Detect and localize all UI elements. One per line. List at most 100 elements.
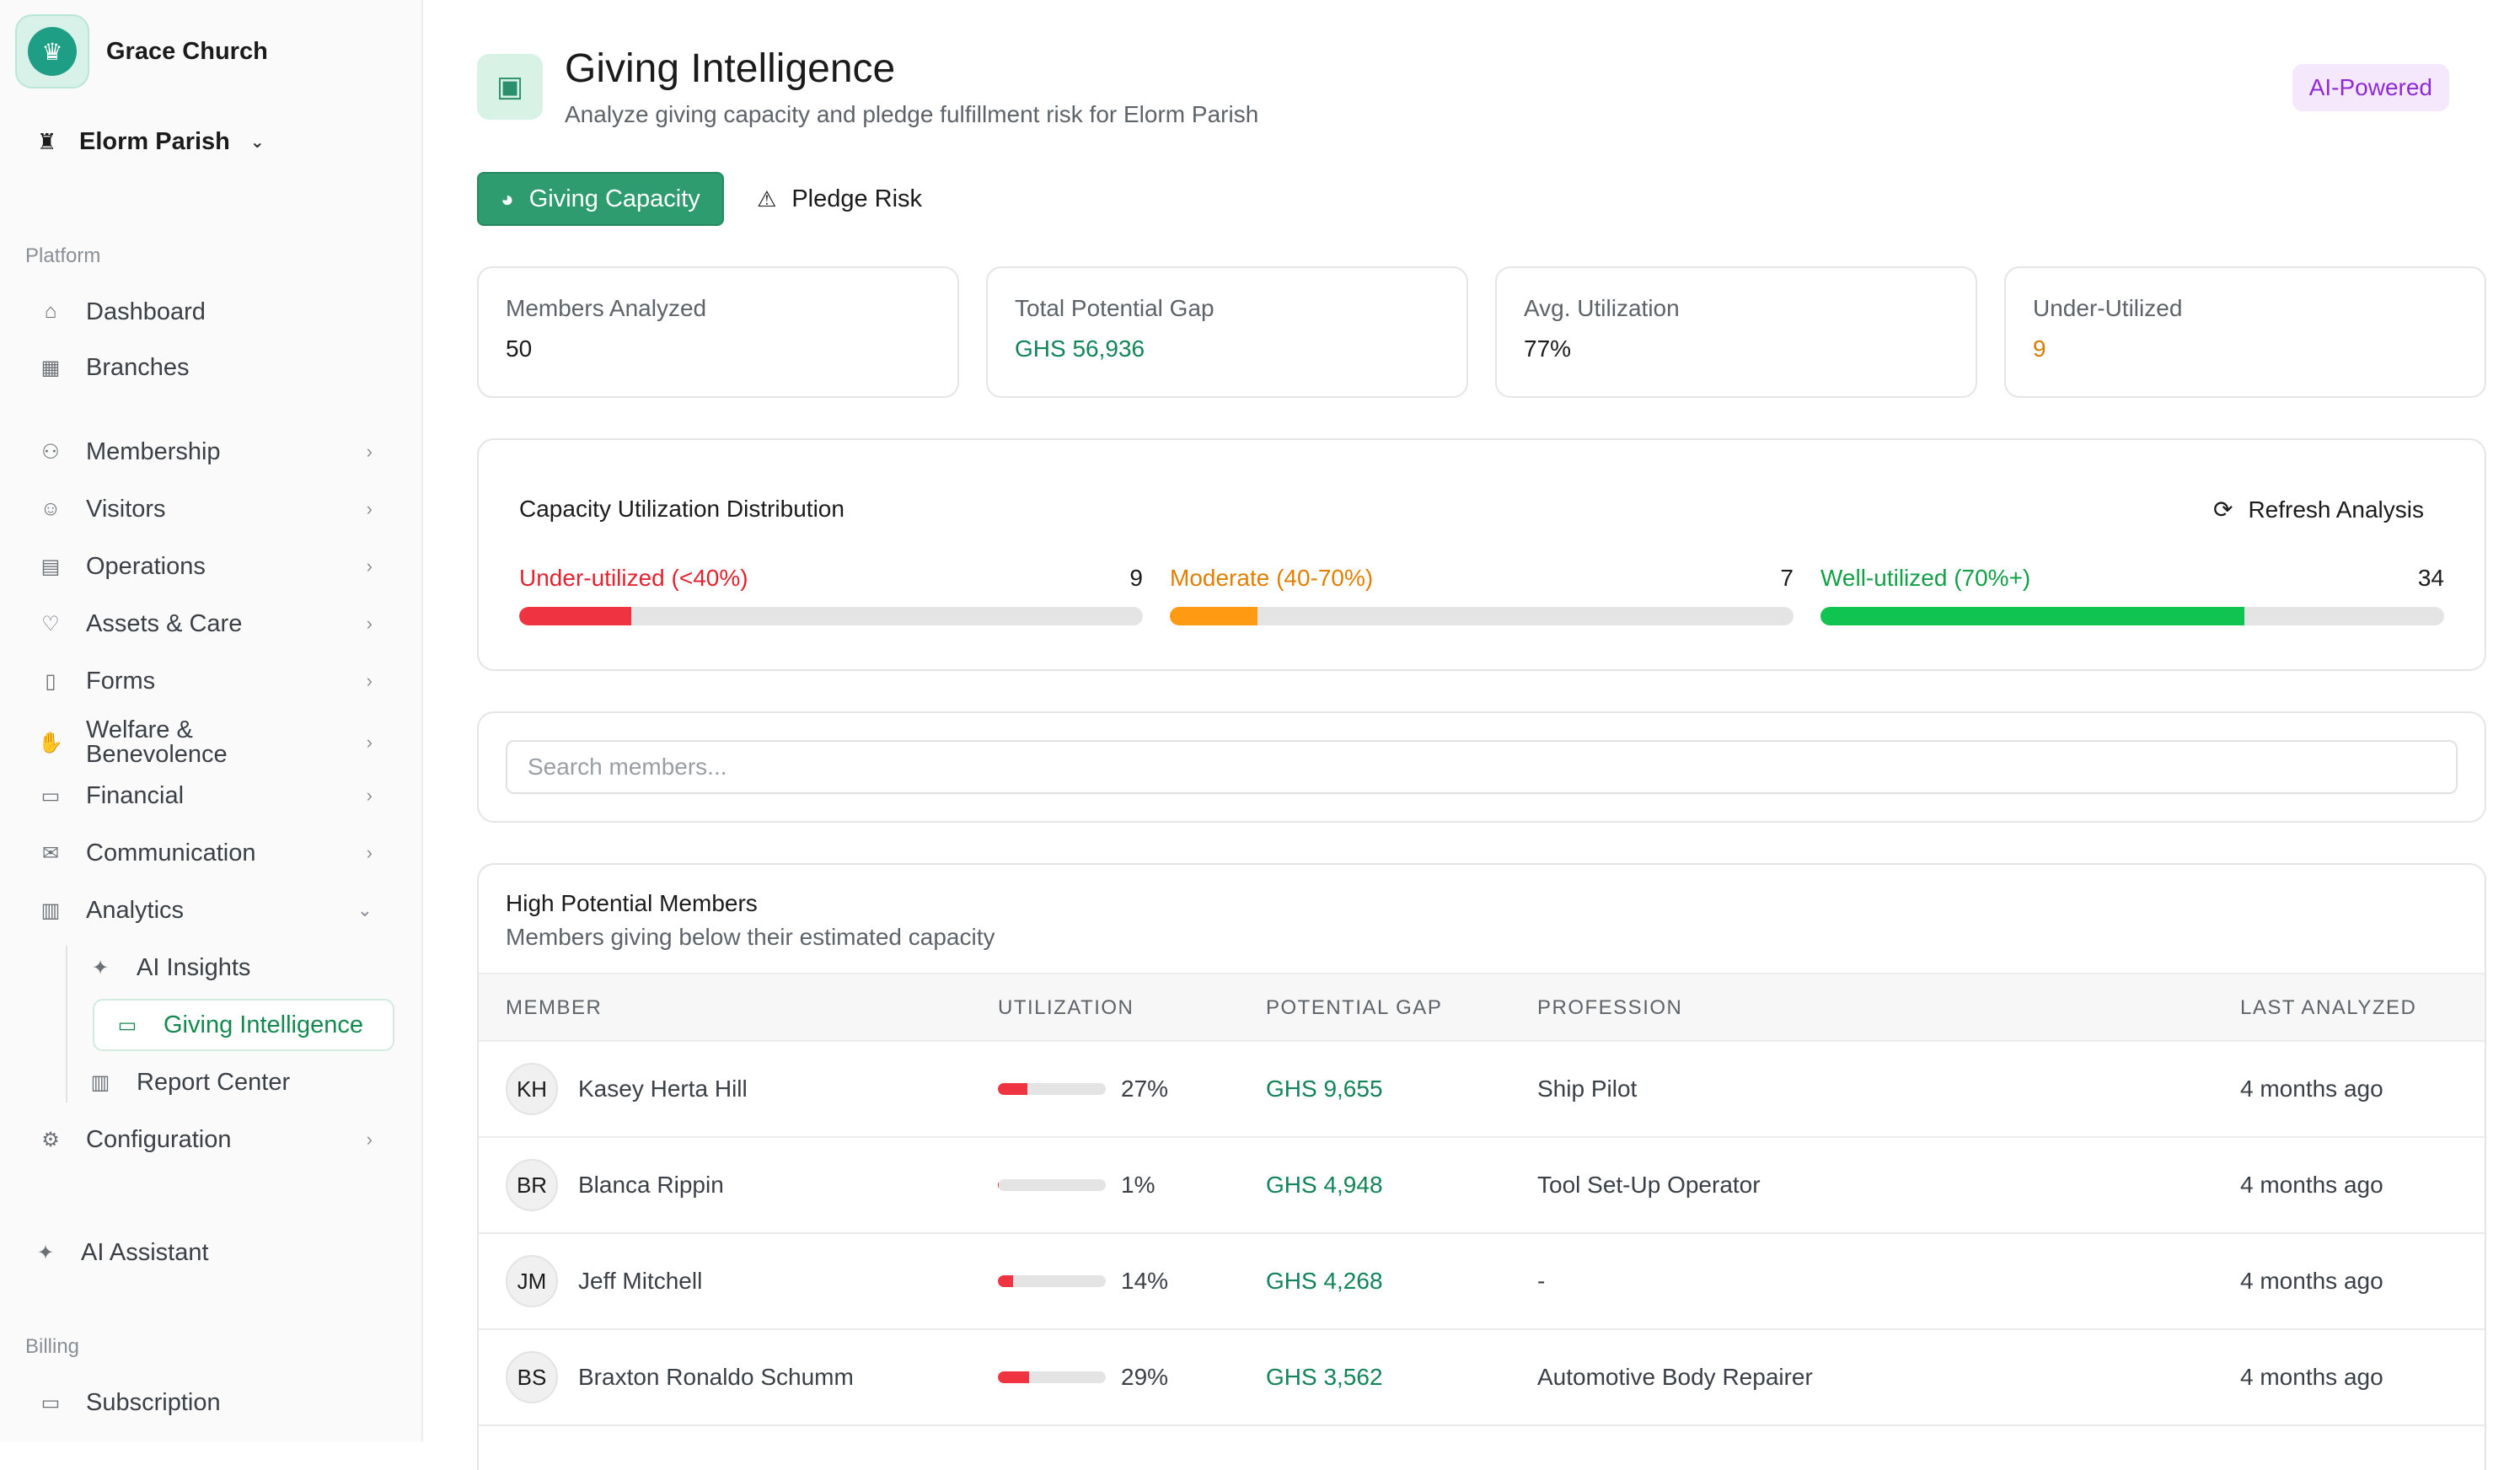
bucket-bar-track — [1820, 607, 2444, 625]
sidebar-item-welfare[interactable]: ✋ Welfare & Benevolence › — [37, 715, 381, 770]
potential-gap-value: GHS 4,948 — [1266, 1172, 1383, 1198]
sidebar-item-label: Report Center — [137, 1068, 291, 1096]
gear-icon: ⚙ — [41, 1128, 60, 1151]
chevron-down-icon: ⌄ — [249, 133, 265, 152]
sidebar-item-branches[interactable]: ▦ Branches — [37, 344, 381, 391]
sidebar-item-report-center[interactable]: ▥ Report Center — [88, 1059, 291, 1106]
sidebar-item-label: Assets & Care — [86, 609, 243, 637]
table-header: MEMBER UTILIZATION POTENTIAL GAP PROFESS… — [479, 973, 2485, 1042]
utilization-bar — [998, 1083, 1106, 1095]
stat-label: Members Analyzed — [506, 295, 707, 321]
table-row[interactable]: KH Kasey Herta Hill 27% GHS 9,655 Ship P… — [479, 1042, 2485, 1138]
brand-name: Grace Church — [106, 37, 268, 65]
pie-chart-icon: ◕ — [501, 185, 514, 212]
stat-value: 9 — [2033, 335, 2046, 362]
column-header-last-analyzed[interactable]: LAST ANALYZED — [2240, 974, 2416, 1042]
sidebar-item-membership[interactable]: ⚇ Membership › — [37, 428, 381, 475]
utilization-bar-fill — [998, 1083, 1027, 1095]
refresh-label: Refresh Analysis — [2248, 496, 2424, 523]
bucket-bar-fill — [1170, 607, 1257, 625]
distribution-title: Capacity Utilization Distribution — [519, 496, 844, 522]
sidebar-item-label: Branches — [86, 353, 190, 381]
parish-selector[interactable]: ♜ Elorm Parish ⌄ — [37, 128, 265, 156]
last-analyzed-value: 4 months ago — [2240, 1268, 2383, 1294]
last-analyzed-value: 4 months ago — [2240, 1172, 2383, 1198]
bucket-bar-track — [1170, 607, 1793, 625]
bucket-count: 34 — [2417, 565, 2444, 591]
sidebar-item-label: AI Assistant — [81, 1238, 209, 1266]
sidebar-item-financial[interactable]: ▭ Financial › — [37, 772, 381, 819]
sidebar-item-giving-intelligence[interactable]: ▭ Giving Intelligence — [93, 999, 394, 1051]
chevron-right-icon: › — [366, 613, 373, 634]
utilization-value: 1% — [1121, 1172, 1155, 1198]
sidebar-item-operations[interactable]: ▤ Operations › — [37, 543, 381, 590]
sidebar-item-subscription[interactable]: ▭ Subscription — [37, 1379, 381, 1426]
stat-value: 77% — [1524, 335, 1572, 362]
bucket-label: Moderate (40-70%) — [1170, 565, 1374, 591]
column-header-member[interactable]: MEMBER — [506, 974, 602, 1042]
refresh-analysis-button[interactable]: ⟳ Refresh Analysis — [2213, 496, 2424, 523]
sidebar-item-label: Visitors — [86, 495, 166, 523]
sidebar-item-assets-care[interactable]: ♡ Assets & Care › — [37, 600, 381, 647]
submenu-rail — [66, 946, 67, 1102]
sidebar-item-ai-assistant[interactable]: ✦ AI Assistant — [32, 1229, 376, 1276]
building-icon: ♜ — [37, 129, 57, 154]
welfare-label-line1: Welfare & — [86, 716, 193, 743]
utilization-bar-fill — [998, 1371, 1030, 1383]
table-row[interactable]: BR Blanca Rippin 1% GHS 4,948 Tool Set-U… — [479, 1138, 2485, 1234]
column-header-potential-gap[interactable]: POTENTIAL GAP — [1266, 974, 1442, 1042]
heart-icon: ♡ — [41, 612, 60, 636]
sidebar-item-analytics[interactable]: ▥ Analytics ⌄ — [37, 887, 381, 934]
sidebar-item-label: Configuration — [86, 1125, 232, 1153]
banknote-icon: ▭ — [117, 1013, 137, 1037]
bucket-count: 7 — [1780, 565, 1793, 591]
ai-powered-badge: AI-Powered — [2292, 64, 2449, 111]
hand-icon: ✋ — [38, 731, 63, 754]
church-logo: ♛ — [15, 14, 89, 89]
users-icon: ⚇ — [41, 440, 60, 464]
profession-value: - — [1537, 1268, 1546, 1294]
bucket-moderate: Moderate (40-70%) 7 — [1170, 565, 1793, 625]
sidebar-item-configuration[interactable]: ⚙ Configuration › — [37, 1116, 381, 1163]
table-row[interactable]: BS Braxton Ronaldo Schumm 29% GHS 3,562 … — [479, 1330, 2485, 1426]
sidebar-item-label: Forms — [86, 667, 156, 695]
member-name: Blanca Rippin — [578, 1172, 724, 1198]
sidebar-item-dashboard[interactable]: ⌂ Dashboard — [37, 288, 381, 335]
chart-icon: ▥ — [90, 1070, 110, 1094]
last-analyzed-value: 4 months ago — [2240, 1364, 2383, 1390]
search-input[interactable] — [506, 740, 2458, 794]
sidebar-item-communication[interactable]: ✉ Communication › — [37, 829, 381, 877]
sparkles-icon: ✦ — [91, 956, 110, 979]
refresh-icon: ⟳ — [2212, 496, 2233, 523]
brand[interactable]: ♛ Grace Church — [15, 14, 268, 89]
sidebar-item-label: Giving Intelligence — [164, 1011, 363, 1038]
chat-icon: ✉ — [41, 841, 60, 865]
tab-pledge-risk[interactable]: ⚠ Pledge Risk — [735, 172, 944, 226]
sidebar-item-label: Membership — [86, 437, 221, 465]
profession-value: Ship Pilot — [1537, 1076, 1638, 1102]
utilization-bar-fill — [998, 1179, 1000, 1191]
column-header-profession[interactable]: PROFESSION — [1537, 974, 1682, 1042]
sidebar-item-forms[interactable]: ▯ Forms › — [37, 657, 381, 705]
chevron-right-icon: › — [366, 842, 373, 863]
utilization-value: 27% — [1121, 1076, 1169, 1102]
avatar: BR — [506, 1159, 558, 1211]
section-label-platform: Platform — [25, 244, 101, 267]
utilization-bar-fill — [998, 1275, 1013, 1287]
tab-giving-capacity[interactable]: ◕ Giving Capacity — [477, 172, 724, 226]
stat-label: Total Potential Gap — [1015, 295, 1214, 321]
welfare-label-line2: Benevolence — [86, 741, 228, 768]
column-header-utilization[interactable]: UTILIZATION — [998, 974, 1134, 1042]
table-row[interactable]: JM Jeff Mitchell 14% GHS 4,268 - 4 month… — [479, 1234, 2485, 1330]
stat-label: Under-Utilized — [2033, 295, 2183, 321]
warning-icon: ⚠ — [757, 185, 777, 212]
member-name: Braxton Ronaldo Schumm — [578, 1364, 854, 1390]
clipboard-icon: ▤ — [40, 555, 61, 578]
sidebar-item-label: Communication — [86, 839, 256, 866]
sidebar-item-visitors[interactable]: ☺ Visitors › — [37, 486, 381, 533]
sidebar-item-ai-insights[interactable]: ✦ AI Insights — [88, 944, 250, 991]
chevron-right-icon: › — [366, 732, 373, 753]
potential-gap-value: GHS 3,562 — [1266, 1364, 1383, 1390]
building-icon: ▦ — [40, 356, 61, 379]
avatar: BS — [506, 1351, 558, 1403]
